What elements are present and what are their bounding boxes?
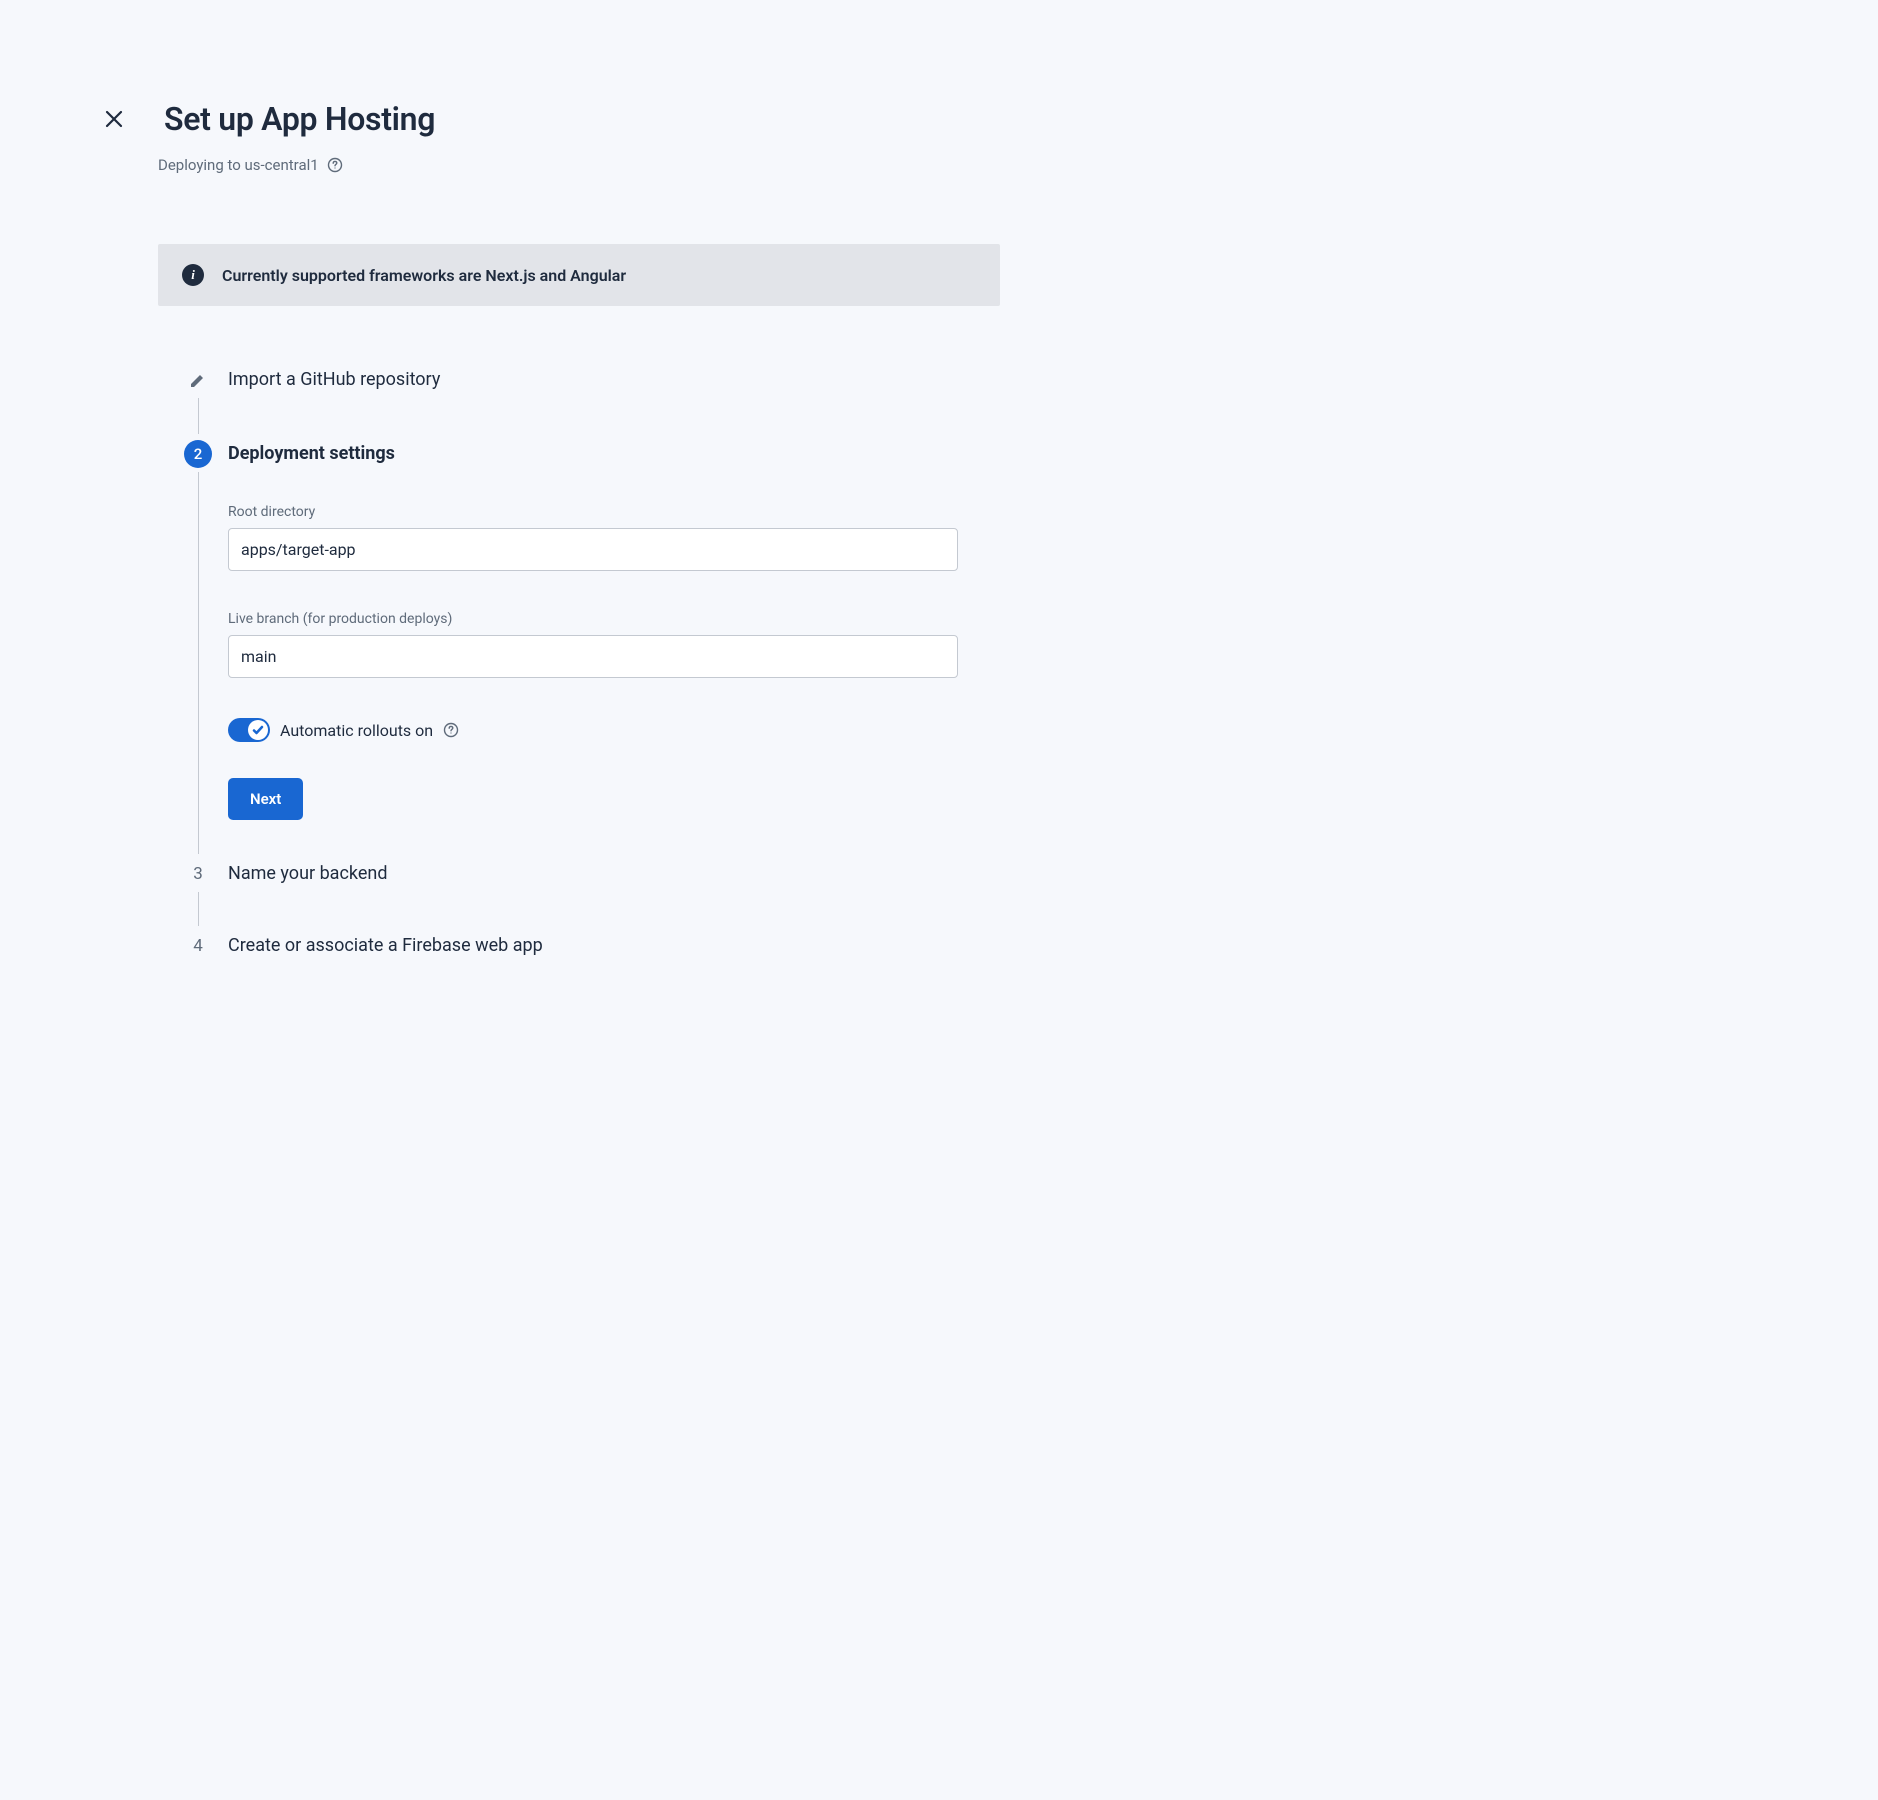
- step-associate-app: 4 Create or associate a Firebase web app: [184, 932, 1000, 956]
- step-title-3: Name your backend: [228, 860, 1000, 884]
- pencil-icon: [189, 371, 207, 389]
- help-icon: [327, 157, 343, 173]
- step-connector: [198, 472, 199, 854]
- step-marker-edit: [184, 366, 212, 394]
- step-name-backend: 3 Name your backend: [184, 860, 1000, 932]
- root-directory-input[interactable]: [228, 528, 958, 571]
- automatic-rollouts-label: Automatic rollouts on: [280, 721, 433, 740]
- root-directory-label: Root directory: [228, 504, 1000, 520]
- step-title-1: Import a GitHub repository: [228, 366, 1000, 390]
- check-icon: [252, 724, 264, 736]
- page-title: Set up App Hosting: [164, 100, 435, 138]
- step-marker-4: 4: [184, 932, 212, 960]
- help-icon: [443, 722, 459, 738]
- region-help-button[interactable]: [327, 157, 343, 173]
- step-title-2: Deployment settings: [228, 440, 1000, 464]
- info-banner: i Currently supported frameworks are Nex…: [158, 244, 1000, 306]
- step-marker-active: 2: [184, 440, 212, 468]
- rollouts-help-button[interactable]: [443, 722, 459, 738]
- step-title-4: Create or associate a Firebase web app: [228, 932, 1000, 956]
- step-marker-3: 3: [184, 860, 212, 888]
- automatic-rollouts-toggle[interactable]: [228, 718, 270, 742]
- info-icon: i: [182, 264, 204, 286]
- step-deployment-settings: 2 Deployment settings Root directory Liv…: [184, 440, 1000, 860]
- info-banner-text: Currently supported frameworks are Next.…: [222, 266, 626, 285]
- step-import-repo[interactable]: Import a GitHub repository: [184, 366, 1000, 440]
- live-branch-label: Live branch (for production deploys): [228, 611, 1000, 627]
- live-branch-input[interactable]: [228, 635, 958, 678]
- step-connector: [198, 398, 199, 434]
- deploy-region-label: Deploying to us-central1: [158, 156, 319, 174]
- close-icon: [104, 109, 124, 129]
- close-button[interactable]: [100, 105, 128, 133]
- next-button[interactable]: Next: [228, 778, 303, 820]
- step-connector: [198, 892, 199, 926]
